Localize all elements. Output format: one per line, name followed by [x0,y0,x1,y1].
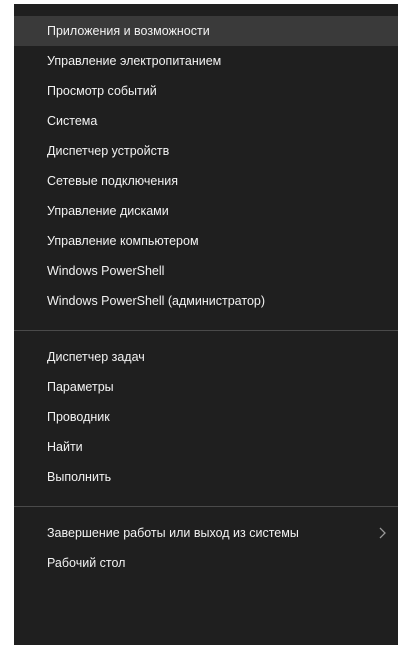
chevron-right-icon [376,518,388,548]
menu-item-label: Завершение работы или выход из системы [47,526,299,540]
menu-item-task-manager[interactable]: Диспетчер задач [14,342,398,372]
menu-item-settings[interactable]: Параметры [14,372,398,402]
menu-item-shutdown-signout[interactable]: Завершение работы или выход из системы [14,518,398,548]
menu-item-label: Просмотр событий [47,84,157,98]
menu-item-label: Windows PowerShell (администратор) [47,294,266,308]
menu-item-computer-management[interactable]: Управление компьютером [14,226,398,256]
menu-item-network-connections[interactable]: Сетевые подключения [14,166,398,196]
menu-item-search[interactable]: Найти [14,432,398,462]
menu-item-disk-management[interactable]: Управление дисками [14,196,398,226]
menu-item-label: Проводник [47,410,110,424]
menu-item-event-viewer[interactable]: Просмотр событий [14,76,398,106]
menu-item-label: Управление дисками [47,204,169,218]
menu-item-label: Выполнить [47,470,112,484]
menu-item-label: Сетевые подключения [47,174,179,188]
menu-item-device-manager[interactable]: Диспетчер устройств [14,136,398,166]
menu-item-file-explorer[interactable]: Проводник [14,402,398,432]
menu-item-label: Диспетчер задач [47,350,145,364]
menu-item-label: Управление электропитанием [47,54,222,68]
menu-item-powershell[interactable]: Windows PowerShell [14,256,398,286]
winx-context-menu: Приложения и возможности Управление элек… [14,4,398,645]
menu-item-run[interactable]: Выполнить [14,462,398,492]
menu-item-power-options[interactable]: Управление электропитанием [14,46,398,76]
menu-item-label: Найти [47,440,83,454]
menu-item-label: Windows PowerShell [47,264,165,278]
menu-item-system[interactable]: Система [14,106,398,136]
menu-item-label: Рабочий стол [47,556,126,570]
menu-item-label: Управление компьютером [47,234,199,248]
menu-item-powershell-admin[interactable]: Windows PowerShell (администратор) [14,286,398,316]
menu-item-label: Система [47,114,98,128]
menu-separator [14,506,398,507]
menu-item-apps-features[interactable]: Приложения и возможности [14,16,398,46]
menu-separator [14,330,398,331]
menu-item-label: Приложения и возможности [47,24,210,38]
menu-item-label: Параметры [47,380,114,394]
menu-item-desktop[interactable]: Рабочий стол [14,548,398,578]
menu-item-label: Диспетчер устройств [47,144,170,158]
